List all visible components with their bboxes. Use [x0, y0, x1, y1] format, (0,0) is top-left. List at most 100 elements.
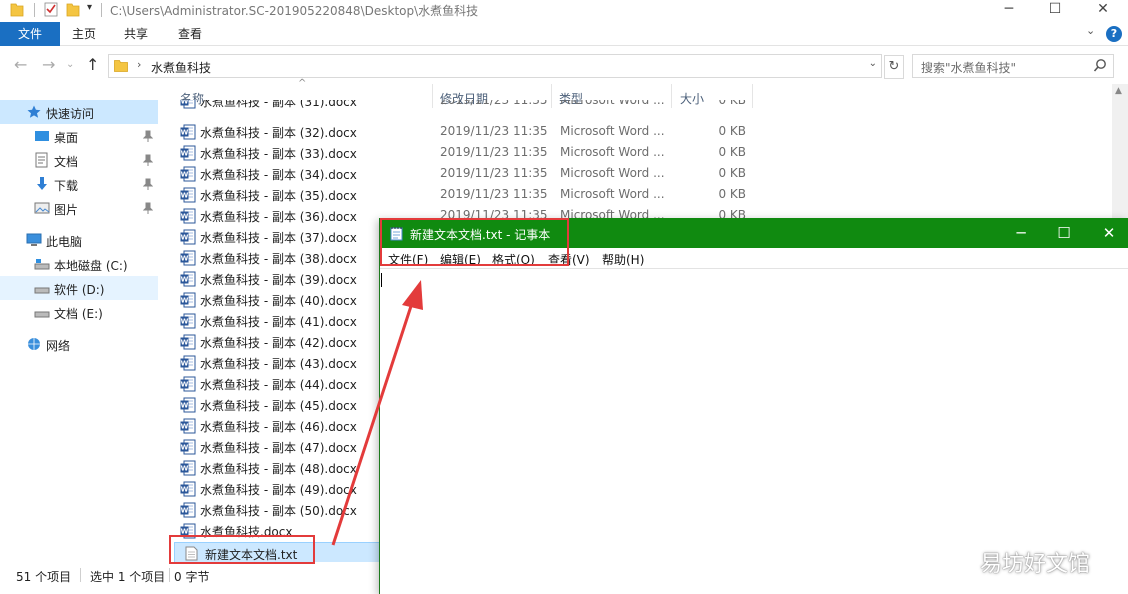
word-document-icon: W [180, 292, 196, 308]
quick-access-separator [34, 3, 35, 17]
file-name: 水煮鱼科技 - 副本 (50).docx [200, 504, 357, 518]
notepad-close-button[interactable]: ✕ [1086, 218, 1128, 248]
file-name: 水煮鱼科技 - 副本 (35).docx [200, 189, 357, 203]
close-button[interactable]: ✕ [1080, 0, 1126, 20]
file-row[interactable]: W 水煮鱼科技 - 副本 (32).docx 2019/11/23 11:35 Mic… [170, 121, 760, 142]
customize-quick-access-chevron-icon[interactable]: ▾ [87, 2, 92, 13]
file-name: 水煮鱼科技 - 副本 (49).docx [200, 483, 357, 497]
nav-item-drive-d[interactable]: 软件 (D:) [0, 276, 158, 300]
word-document-icon: W [180, 208, 196, 224]
computer-icon [26, 233, 42, 246]
nav-item-drive-e[interactable]: 文档 (E:) [0, 300, 158, 324]
download-icon [37, 177, 47, 190]
file-size: 0 KB [718, 124, 746, 138]
address-bar[interactable]: › 水煮鱼科技 ⌄ [108, 54, 882, 78]
pin-icon[interactable] [143, 154, 153, 166]
window-title-path: C:\Users\Administrator.SC-201905220848\D… [110, 4, 479, 18]
annotation-box-notepad-title [380, 218, 569, 266]
menu-help[interactable]: 帮助(H) [602, 251, 644, 268]
file-modified-date: 2019/11/23 11:35 [440, 124, 548, 138]
file-name: 水煮鱼科技 - 副本 (37).docx [200, 231, 357, 245]
help-icon[interactable]: ? [1106, 26, 1122, 42]
notepad-minimize-button[interactable]: ─ [998, 218, 1044, 248]
file-row[interactable]: W 水煮鱼科技 - 副本 (34).docx 2019/11/23 11:35 Mic… [170, 163, 760, 184]
nav-item-desktop[interactable]: 桌面 [0, 124, 158, 148]
svg-text:W: W [181, 423, 189, 431]
file-name: 水煮鱼科技 - 副本 (39).docx [200, 273, 357, 287]
search-input[interactable]: 搜索"水煮鱼科技" [912, 54, 1114, 78]
file-name: 水煮鱼科技 - 副本 (43).docx [200, 357, 357, 371]
address-history-chevron-icon[interactable]: ⌄ [869, 58, 877, 69]
file-modified-date: 2019/11/23 11:35 [440, 166, 548, 180]
nav-item-documents[interactable]: 文档 [0, 148, 158, 172]
status-item-count: 51 个项目 [16, 570, 72, 584]
ribbon-tabs: 文件 主页 共享 查看 ⌄ ? [0, 22, 1128, 46]
file-name: 水煮鱼科技 - 副本 (44).docx [200, 378, 357, 392]
drive-icon [34, 311, 50, 318]
file-modified-date: 2019/11/23 11:35 [440, 100, 548, 107]
file-name: 水煮鱼科技 - 副本 (31).docx [200, 100, 357, 109]
notepad-maximize-button[interactable]: ☐ [1041, 218, 1087, 248]
nav-item-downloads[interactable]: 下载 [0, 172, 158, 196]
up-arrow-icon[interactable]: ↑ [86, 55, 99, 74]
status-selected-count: 选中 1 个项目 [90, 570, 166, 584]
minimize-button[interactable]: ─ [986, 0, 1032, 20]
tab-share[interactable]: 共享 [114, 22, 158, 46]
tab-view[interactable]: 查看 [168, 22, 212, 46]
file-name: 水煮鱼科技 - 副本 (46).docx [200, 420, 357, 434]
svg-text:W: W [181, 486, 189, 494]
word-document-icon: W [180, 502, 196, 518]
drive-icon [34, 287, 50, 294]
pin-icon[interactable] [143, 202, 153, 214]
file-size: 0 KB [718, 145, 746, 159]
address-row: ← → ⌄ ↑ › 水煮鱼科技 ⌄ ↻ 搜索"水煮鱼科技" [0, 52, 1128, 80]
word-document-icon: W [180, 376, 196, 392]
svg-text:W: W [181, 381, 189, 389]
nav-item-pictures[interactable]: 图片 [0, 196, 158, 220]
expand-ribbon-chevron-icon[interactable]: ⌄ [1086, 24, 1095, 37]
annotation-box-txt-file [169, 535, 315, 564]
svg-text:W: W [181, 402, 189, 410]
word-document-icon: W [180, 334, 196, 350]
svg-text:W: W [181, 297, 189, 305]
svg-text:W: W [181, 255, 189, 263]
folder-icon[interactable] [10, 1, 24, 17]
desktop-icon [35, 131, 49, 141]
nav-item-network[interactable]: 网络 [0, 332, 158, 356]
status-selected-size: 0 字节 [174, 570, 210, 584]
search-icon[interactable] [1093, 58, 1107, 74]
breadcrumb-folder[interactable]: 水煮鱼科技 [151, 59, 211, 76]
file-name: 水煮鱼科技 - 副本 (48).docx [200, 462, 357, 476]
new-folder-icon[interactable] [66, 1, 80, 17]
file-name: 水煮鱼科技 - 副本 (41).docx [200, 315, 357, 329]
file-row[interactable]: W 水煮鱼科技 - 副本 (33).docx 2019/11/23 11:35 Mic… [170, 142, 760, 163]
tab-home[interactable]: 主页 [62, 22, 106, 46]
refresh-icon[interactable]: ↻ [884, 55, 904, 79]
pin-icon[interactable] [143, 178, 153, 190]
file-row[interactable]: W 水煮鱼科技 - 副本 (35).docx 2019/11/23 11:35 Mic… [170, 184, 760, 205]
file-modified-date: 2019/11/23 11:35 [440, 145, 548, 159]
back-arrow-icon[interactable]: ← [14, 55, 27, 74]
svg-text:W: W [181, 171, 189, 179]
forward-arrow-icon[interactable]: → [42, 55, 55, 74]
recent-locations-chevron-icon[interactable]: ⌄ [66, 59, 74, 70]
pin-icon[interactable] [143, 130, 153, 142]
svg-text:W: W [181, 192, 189, 200]
tab-file[interactable]: 文件 [0, 22, 60, 46]
svg-text:W: W [181, 213, 189, 221]
properties-icon[interactable] [44, 1, 58, 17]
scroll-up-arrow-icon[interactable]: ▲ [1115, 86, 1122, 96]
word-document-icon: W [180, 313, 196, 329]
word-document-icon: W [180, 145, 196, 161]
nav-item-this-pc[interactable]: 此电脑 [0, 228, 158, 252]
nav-item-drive-c[interactable]: 本地磁盘 (C:) [0, 252, 158, 276]
file-row[interactable]: W 水煮鱼科技 - 副本 (31).docx 2019/11/23 11:35 Mic… [170, 100, 760, 111]
maximize-button[interactable]: ☐ [1032, 0, 1078, 20]
notepad-window: 新建文本文档.txt - 记事本 ─ ☐ ✕ 文件(F) 编辑(E) 格式(O)… [379, 218, 1128, 594]
system-drive-icon [34, 259, 50, 270]
breadcrumb-chevron-icon[interactable]: › [137, 58, 141, 71]
word-document-icon: W [180, 229, 196, 245]
explorer-titlebar: ▾ C:\Users\Administrator.SC-201905220848… [0, 0, 1128, 20]
nav-item-quick-access[interactable]: 快速访问 [0, 100, 158, 124]
svg-text:W: W [181, 507, 189, 515]
